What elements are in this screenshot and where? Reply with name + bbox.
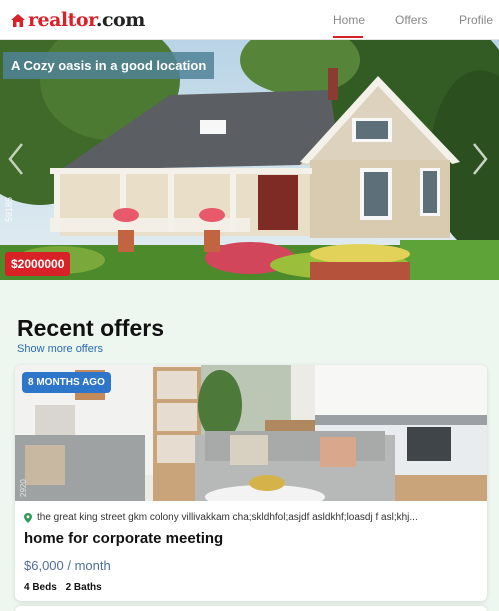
next-offer-card[interactable] <box>15 606 487 611</box>
card-watermark: 2920 <box>19 479 28 497</box>
chevron-right-icon[interactable] <box>470 142 490 176</box>
section-title: Recent offers <box>17 315 164 341</box>
offer-title[interactable]: home for corporate meeting <box>24 530 223 547</box>
posted-time-badge: 8 MONTHS AGO <box>22 372 111 393</box>
offer-address-text: the great king street gkm colony villiva… <box>37 512 418 523</box>
top-navbar: realtor.com Home Offers Profile <box>0 0 499 40</box>
offer-baths: 2 Baths <box>65 582 102 593</box>
hero-price-badge: $2000000 <box>5 252 71 276</box>
offer-price: $6,000 / month <box>24 558 111 573</box>
show-more-offers-link[interactable]: Show more offers <box>17 343 103 355</box>
logo-text-dark: .com <box>95 9 145 31</box>
offer-specs: 4 Beds 2 Baths <box>24 582 108 593</box>
chevron-left-icon[interactable] <box>6 142 26 176</box>
hero-title: A Cozy oasis in a good location <box>3 52 215 79</box>
offer-card[interactable]: 8 MONTHS AGO 2920 the great king street … <box>15 365 487 601</box>
offer-beds: 4 Beds <box>24 582 57 593</box>
realtor-logo[interactable]: realtor.com <box>10 9 145 31</box>
house-logo-icon <box>11 14 25 27</box>
hero-carousel[interactable]: A Cozy oasis in a good location 59185 $2… <box>0 40 499 280</box>
nav-profile[interactable]: Profile <box>459 13 493 27</box>
location-pin-icon <box>24 512 32 523</box>
offer-address: the great king street gkm colony villiva… <box>24 512 482 523</box>
logo-text: realtor.com <box>28 9 145 31</box>
nav-offers[interactable]: Offers <box>395 13 427 27</box>
nav-active-indicator <box>333 36 363 38</box>
nav-home[interactable]: Home <box>333 13 365 27</box>
logo-text-red: realtor <box>28 9 96 31</box>
hero-watermark: 59185 <box>4 196 14 222</box>
